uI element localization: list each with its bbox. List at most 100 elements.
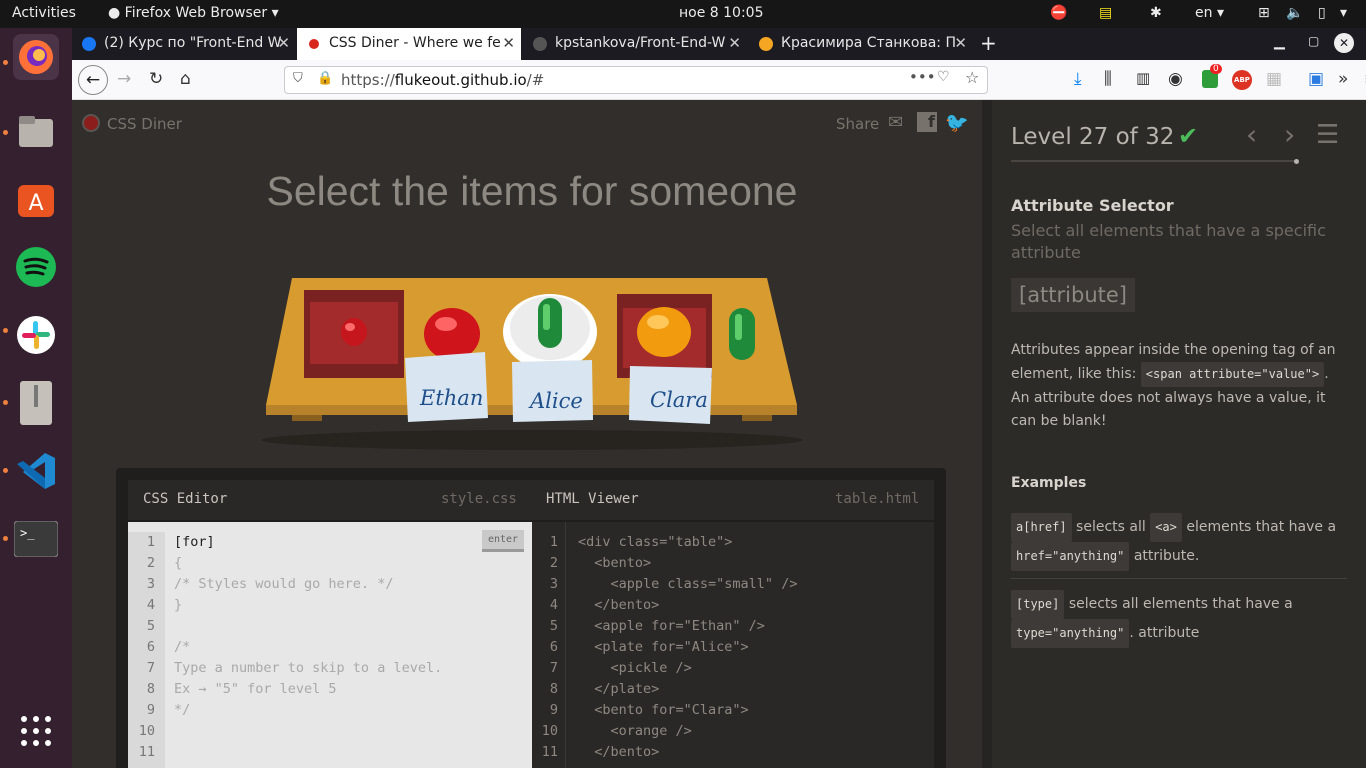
close-window-button[interactable]: ✕: [1334, 33, 1354, 53]
reload-button[interactable]: ↻: [149, 69, 163, 89]
css-line-numbers: 1 2 3 4 5 6 7 8 9 10 11: [128, 532, 165, 768]
html-line[interactable]: <bento>: [578, 553, 928, 574]
home-button[interactable]: ⌂: [180, 69, 191, 89]
notes-icon[interactable]: ▤: [1099, 5, 1112, 21]
editor-window: CSS Editor style.css HTML Viewer table.h…: [116, 468, 946, 768]
sidebar-icon[interactable]: ▥: [1136, 69, 1150, 87]
running-indicator: [3, 400, 8, 405]
clock[interactable]: ное 8 10:05: [679, 5, 764, 21]
library-icon[interactable]: ⫼: [1104, 69, 1112, 89]
svg-text:A: A: [28, 191, 43, 216]
email-share-icon[interactable]: ✉: [888, 112, 903, 133]
page-scrollbar[interactable]: [982, 100, 992, 768]
tab-facebook[interactable]: (2) Курс по "Front-End W ✕: [72, 28, 296, 60]
name-tag-alice: Alice: [530, 389, 583, 413]
html-line[interactable]: <div class="table">: [578, 532, 928, 553]
spotify-dock-icon[interactable]: [13, 244, 59, 290]
vscode-dock-icon[interactable]: [13, 448, 59, 494]
previous-level-button[interactable]: ‹: [1246, 118, 1257, 151]
overflow-menu-icon[interactable]: »: [1338, 69, 1348, 89]
files-dock-icon[interactable]: [13, 108, 59, 154]
software-store-dock-icon[interactable]: A: [13, 176, 59, 222]
css-code[interactable]: [for]{/* Styles would go here. */}/* Type…: [174, 532, 514, 763]
html-viewer-pane: 1 2 3 4 5 6 7 8 9 10 11 <div class="table"> <bento…: [532, 522, 934, 768]
twitter-share-icon[interactable]: 🐦: [945, 111, 969, 134]
firefox-dock-icon[interactable]: [13, 34, 59, 80]
running-indicator: [3, 60, 8, 65]
facebook-icon: [82, 37, 96, 51]
activities-button[interactable]: Activities: [12, 5, 76, 21]
navigation-toolbar: ← → ↻ ⌂ ⛉ 🔒 https://flukeout.github.io/#…: [72, 60, 1366, 100]
running-indicator: [3, 328, 8, 333]
close-tab-icon[interactable]: ✕: [728, 34, 741, 52]
app-menu[interactable]: ● Firefox Web Browser ▾: [108, 5, 279, 21]
forward-button[interactable]: →: [117, 69, 131, 89]
maximize-button[interactable]: ▢: [1308, 34, 1319, 48]
html-line-numbers: 1 2 3 4 5 6 7 8 9 10 11: [541, 534, 558, 760]
network-icon[interactable]: ⊞: [1258, 5, 1270, 21]
html-viewer-header: HTML Viewer table.html: [532, 480, 934, 520]
completed-check-icon: ✔: [1178, 122, 1199, 150]
dock: A >_: [0, 28, 72, 768]
tab-blog[interactable]: Красимира Станкова: П ✕: [749, 28, 973, 60]
brand-title[interactable]: CSS Diner: [107, 115, 182, 133]
examples-heading: Examples: [1011, 475, 1087, 491]
page-actions-icon[interactable]: •••: [909, 68, 936, 86]
html-line[interactable]: <plate for="Alice">: [578, 637, 928, 658]
minimize-button[interactable]: ▁: [1274, 34, 1285, 50]
css-input[interactable]: [for]: [174, 532, 514, 553]
enter-button[interactable]: enter: [482, 530, 524, 552]
downloads-icon[interactable]: ⤓: [1074, 69, 1082, 89]
archive-manager-dock-icon[interactable]: [13, 380, 59, 426]
html-line[interactable]: </bento>: [578, 595, 928, 616]
new-tab-button[interactable]: +: [980, 31, 997, 55]
html-line[interactable]: <apple class="small" />: [578, 574, 928, 595]
volume-icon[interactable]: 🔈: [1286, 5, 1303, 21]
adblock-icon[interactable]: ABP: [1232, 70, 1252, 90]
level-menu-icon[interactable]: ☰: [1316, 120, 1339, 150]
close-tab-icon[interactable]: ✕: [277, 34, 290, 52]
tracking-shield-icon[interactable]: ⛉: [293, 71, 303, 86]
battery-icon[interactable]: ▯: [1318, 5, 1326, 21]
facebook-share-icon[interactable]: f: [917, 112, 937, 132]
slack-tray-icon[interactable]: ✱: [1150, 5, 1162, 21]
bookmark-star-icon[interactable]: ☆: [965, 68, 979, 87]
pocket-icon[interactable]: ♡: [937, 69, 950, 85]
examples-divider: [1011, 578, 1347, 579]
slack-dock-icon[interactable]: [13, 312, 59, 358]
pickle: [729, 308, 755, 360]
level-indicator: Level 27 of 32: [1011, 124, 1175, 150]
url-bar[interactable]: ⛉ 🔒 https://flukeout.github.io/# ••• ♡ ☆: [284, 66, 988, 94]
back-button[interactable]: ←: [78, 65, 108, 95]
account-icon[interactable]: ◉: [1168, 69, 1183, 89]
close-tab-icon[interactable]: ✕: [954, 34, 967, 52]
extension-icon[interactable]: ▦: [1266, 69, 1282, 89]
extensions-grid-icon[interactable]: ▣: [1308, 69, 1324, 89]
html-line[interactable]: <apple for="Ethan" />: [578, 616, 928, 637]
lock-icon[interactable]: 🔒: [317, 71, 333, 86]
browser-tab-strip: (2) Курс по "Front-End W ✕ CSS Diner - Wh…: [72, 28, 1366, 60]
css-diner-logo-icon: [82, 114, 100, 132]
progress-track: [1011, 160, 1297, 162]
firefox-icon: ●: [108, 5, 121, 21]
html-code: <div class="table"> <bento> <apple class…: [578, 532, 928, 763]
next-level-button[interactable]: ›: [1284, 118, 1295, 151]
close-tab-icon[interactable]: ✕: [502, 34, 515, 52]
language-indicator[interactable]: en ▾: [1195, 5, 1224, 21]
html-line[interactable]: <bento for="Clara">: [578, 700, 928, 721]
html-line[interactable]: <orange />: [578, 721, 928, 742]
tab-github[interactable]: kpstankova/Front-End-W ✕: [523, 28, 747, 60]
progress-marker: [1294, 159, 1299, 164]
system-menu-chevron-icon[interactable]: ▾: [1340, 5, 1347, 21]
apple-ethan: [424, 308, 480, 360]
css-editor-title: CSS Editor: [143, 491, 228, 507]
html-line[interactable]: <pickle />: [578, 658, 928, 679]
url-text[interactable]: https://flukeout.github.io/#: [341, 71, 544, 89]
tab-css-diner[interactable]: CSS Diner - Where we fe ✕: [297, 28, 521, 60]
terminal-dock-icon[interactable]: >_: [13, 516, 59, 562]
html-line[interactable]: </bento>: [578, 742, 928, 763]
bento-box-clara: [617, 294, 712, 378]
show-applications-icon[interactable]: [13, 708, 59, 754]
html-line[interactable]: </plate>: [578, 679, 928, 700]
block-icon[interactable]: ⛔: [1050, 5, 1067, 21]
